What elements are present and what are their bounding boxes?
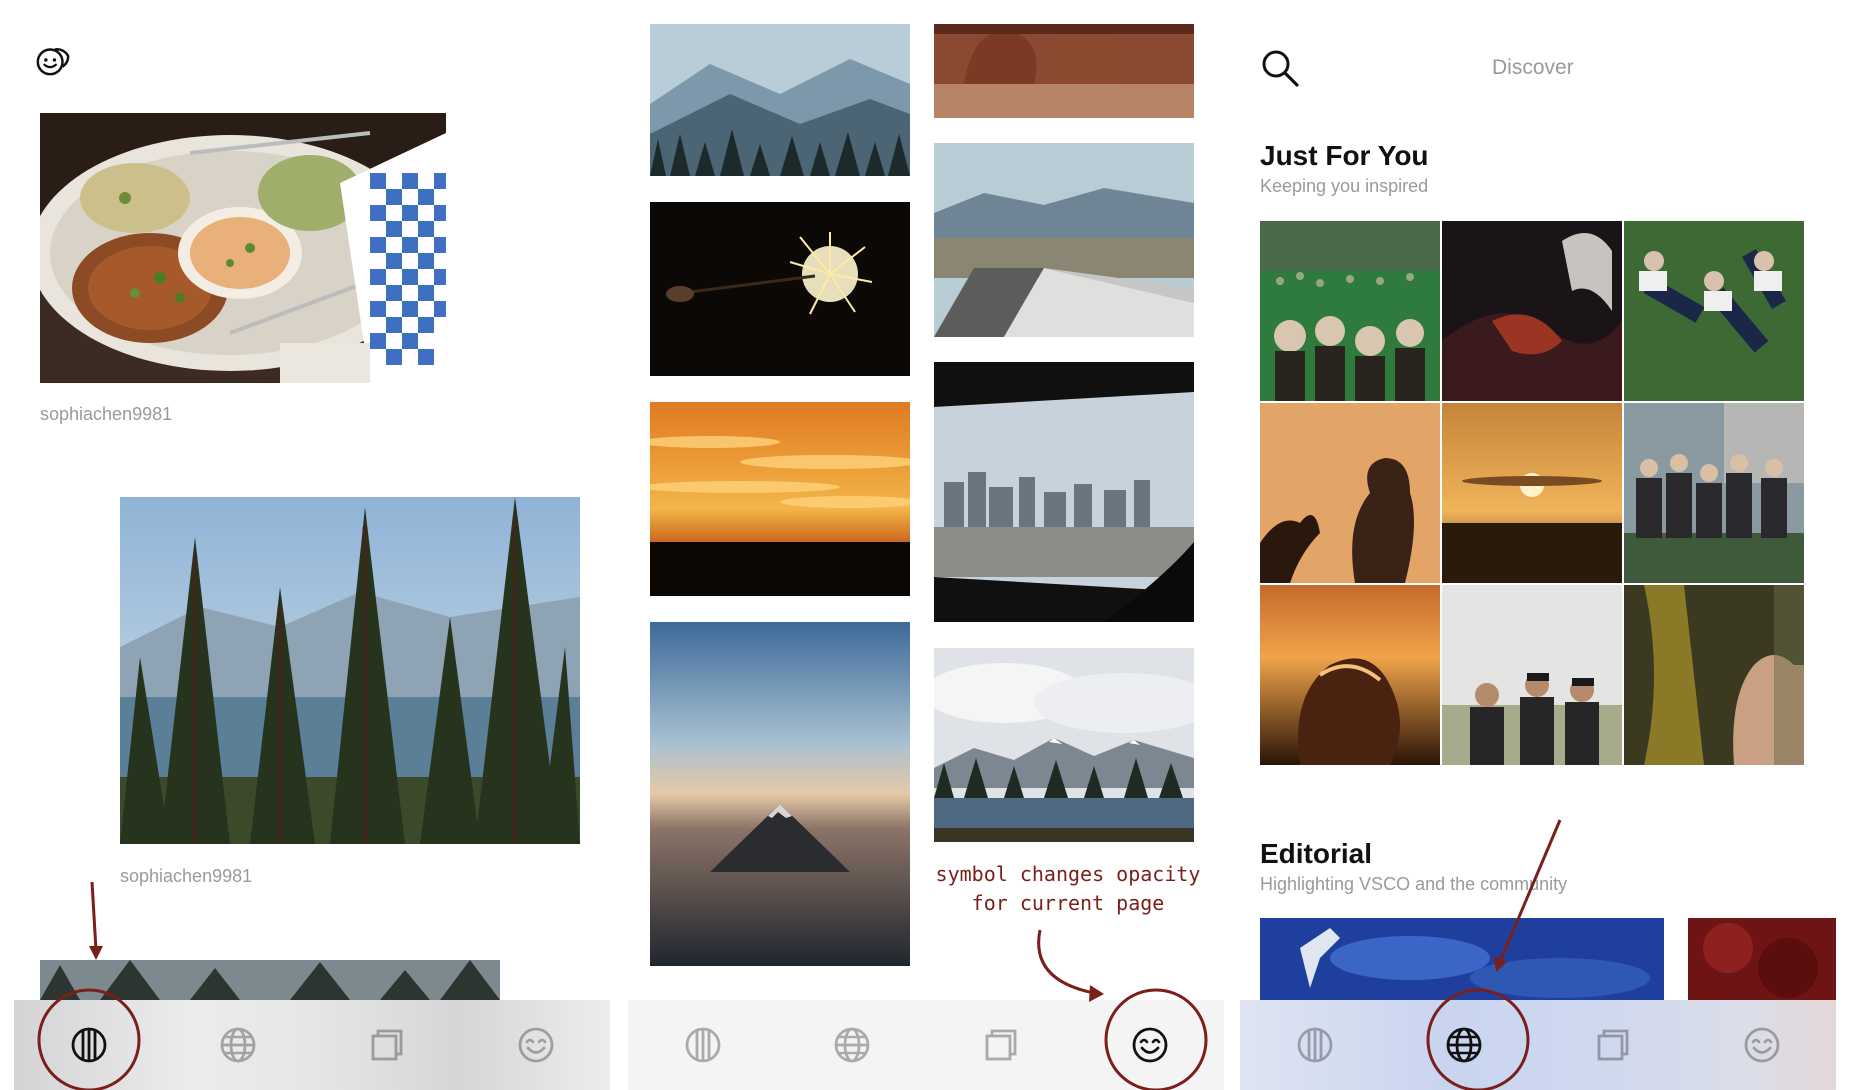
annotation-text: symbol changes opacity for current page bbox=[918, 860, 1218, 918]
grid-photo-red-rock[interactable] bbox=[934, 24, 1194, 118]
bottom-nav-bar bbox=[1240, 1000, 1836, 1090]
grid-photo-mountain-valley[interactable] bbox=[650, 24, 910, 176]
nav-discover-button[interactable] bbox=[211, 1018, 265, 1072]
post-photo-mezze[interactable] bbox=[40, 113, 446, 383]
section-title: Editorial bbox=[1260, 838, 1373, 869]
bottom-nav-bar bbox=[14, 1000, 610, 1090]
smiley-face-icon bbox=[1744, 1027, 1779, 1063]
editorial-card[interactable] bbox=[1260, 918, 1664, 1000]
feed-panel: sophiachen9981 sophiachen9981 bbox=[14, 0, 610, 1090]
discover-grid-item[interactable] bbox=[1624, 403, 1804, 583]
feed-circle-icon bbox=[685, 1027, 720, 1063]
discover-grid-item[interactable] bbox=[1260, 221, 1440, 401]
discover-panel: Discover Just For You Keeping you inspir… bbox=[1240, 0, 1836, 1090]
nav-profile-button[interactable] bbox=[1735, 1018, 1789, 1072]
discover-grid-item[interactable] bbox=[1442, 585, 1622, 765]
nav-studio-button[interactable] bbox=[974, 1018, 1028, 1072]
smiley-face-icon bbox=[1132, 1027, 1167, 1063]
studio-squares-icon bbox=[985, 1029, 1016, 1061]
globe-icon bbox=[220, 1027, 255, 1063]
post-username[interactable]: sophiachen9981 bbox=[120, 866, 252, 887]
bottom-nav-bar bbox=[628, 1000, 1224, 1090]
annotation-line-2: for current page bbox=[971, 891, 1165, 915]
discover-grid-item[interactable] bbox=[1624, 585, 1804, 765]
profile-panel: symbol changes opacity for current page bbox=[628, 0, 1224, 1090]
discover-grid-item[interactable] bbox=[1260, 585, 1440, 765]
globe-icon bbox=[834, 1027, 869, 1063]
discover-grid-item[interactable] bbox=[1442, 403, 1622, 583]
nav-feed-button[interactable] bbox=[1288, 1018, 1342, 1072]
discover-grid-item[interactable] bbox=[1260, 403, 1440, 583]
studio-squares-icon bbox=[371, 1029, 402, 1061]
nav-discover-button[interactable] bbox=[825, 1018, 879, 1072]
grid-photo-sunset[interactable] bbox=[650, 402, 910, 596]
annotation-line-1: symbol changes opacity bbox=[935, 862, 1201, 886]
section-title: Just For You bbox=[1260, 140, 1429, 171]
globe-icon bbox=[1446, 1027, 1481, 1063]
nav-profile-button[interactable] bbox=[509, 1018, 563, 1072]
nav-studio-button[interactable] bbox=[360, 1018, 414, 1072]
section-subtitle: Highlighting VSCO and the community bbox=[1260, 874, 1568, 894]
studio-squares-icon bbox=[1597, 1029, 1628, 1061]
nav-feed-button[interactable] bbox=[62, 1018, 116, 1072]
feed-circle-icon bbox=[71, 1027, 106, 1063]
post-photo-partial[interactable] bbox=[40, 960, 500, 1000]
post-username[interactable]: sophiachen9981 bbox=[40, 404, 172, 425]
discover-grid-item[interactable] bbox=[1442, 221, 1622, 401]
page-title: Discover bbox=[1492, 56, 1574, 79]
section-subtitle: Keeping you inspired bbox=[1260, 176, 1429, 196]
grid-photo-highway[interactable] bbox=[934, 143, 1194, 337]
screenshot-stage: sophiachen9981 sophiachen9981 symbol cha… bbox=[0, 0, 1852, 1090]
grid-photo-aerial-dusk[interactable] bbox=[650, 622, 910, 966]
nav-profile-button[interactable] bbox=[1123, 1018, 1177, 1072]
nav-feed-button[interactable] bbox=[676, 1018, 730, 1072]
friends-face-icon[interactable] bbox=[34, 40, 72, 78]
grid-photo-sparkler[interactable] bbox=[650, 202, 910, 376]
search-icon[interactable] bbox=[1260, 48, 1300, 88]
feed-circle-icon bbox=[1297, 1027, 1332, 1063]
discover-grid-item[interactable] bbox=[1624, 221, 1804, 401]
post-photo-forest[interactable] bbox=[120, 497, 580, 844]
smiley-face-icon bbox=[518, 1027, 553, 1063]
nav-studio-button[interactable] bbox=[1586, 1018, 1640, 1072]
grid-photo-car-window-city[interactable] bbox=[934, 362, 1194, 622]
grid-photo-alpine-lake[interactable] bbox=[934, 648, 1194, 842]
nav-discover-button[interactable] bbox=[1437, 1018, 1491, 1072]
editorial-card[interactable] bbox=[1688, 918, 1836, 1000]
